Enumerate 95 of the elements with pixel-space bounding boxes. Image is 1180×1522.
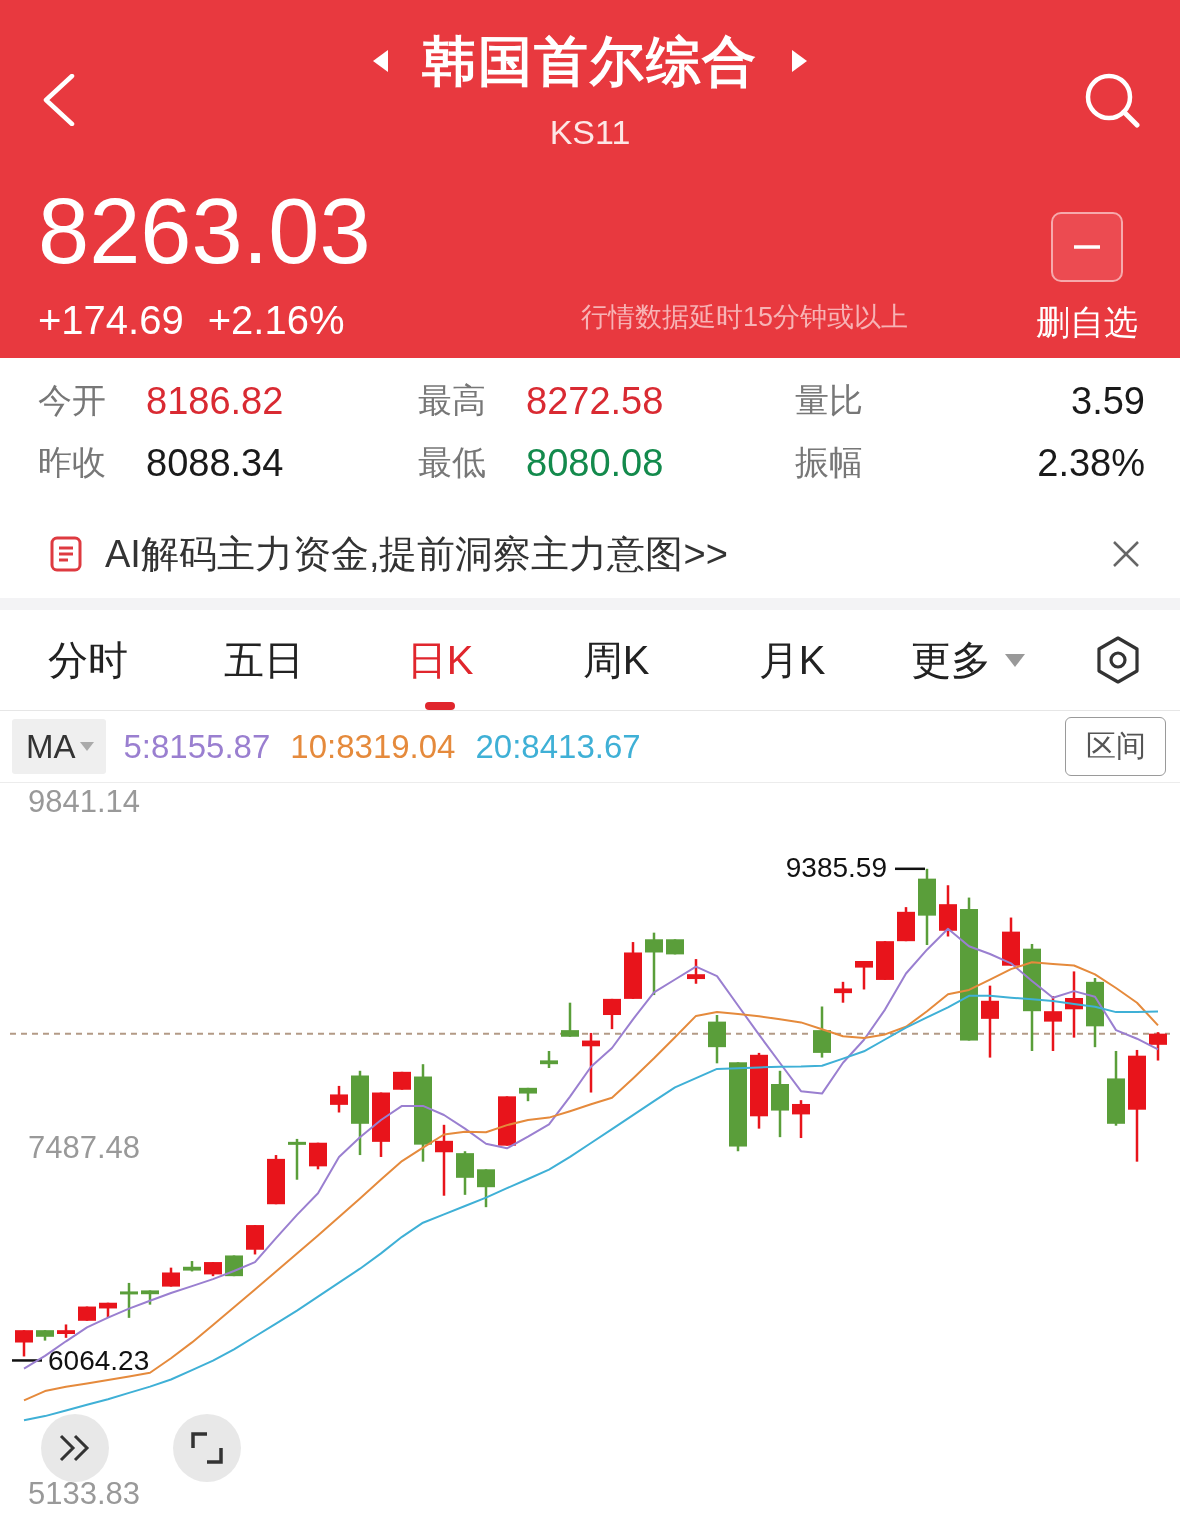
- tab[interactable]: 五日: [214, 610, 314, 710]
- stat-label: 量比: [795, 380, 864, 421]
- candle: [771, 1070, 789, 1138]
- index-title: 韩国首尔综合: [422, 29, 758, 93]
- candle: [456, 1151, 474, 1195]
- high-price-label: 9385.59: [785, 852, 887, 884]
- candle: [288, 1138, 306, 1180]
- leader-line: [895, 867, 925, 871]
- stat-value: 8272.58: [526, 379, 664, 423]
- delay-notice: 行情数据延时15分钟或以上: [580, 302, 908, 332]
- candle: [15, 1330, 33, 1357]
- candle: [435, 1124, 453, 1196]
- candle: [57, 1324, 75, 1338]
- candle: [792, 1100, 810, 1139]
- stat-value: 2.38%: [1037, 441, 1145, 485]
- price: 8263.03: [38, 185, 371, 277]
- caret-icon: [1005, 653, 1025, 667]
- stat-label: 今开: [38, 380, 107, 421]
- stat-label: 振幅: [795, 442, 864, 483]
- tab[interactable]: 分时: [38, 610, 138, 710]
- moving-average-value: 20:8413.67: [475, 727, 641, 766]
- indicator-select[interactable]: MA: [12, 719, 106, 774]
- leader-line: [12, 1359, 42, 1362]
- stat-value: 8088.34: [146, 441, 284, 485]
- tab[interactable]: 周K: [572, 610, 660, 710]
- axis-label: 5133.83: [28, 1475, 141, 1511]
- candle: [183, 1261, 201, 1272]
- stat-label: 昨收: [38, 442, 107, 483]
- low-price-label: 6064.23: [48, 1344, 150, 1376]
- candle: [372, 1092, 390, 1157]
- candle: [78, 1306, 96, 1321]
- candle: [99, 1302, 117, 1318]
- triangle-right-icon[interactable]: [792, 49, 807, 72]
- candle: [897, 907, 915, 942]
- percent-change: +2.16%: [207, 300, 345, 340]
- candle: [141, 1290, 159, 1305]
- candle: [645, 932, 663, 996]
- candle: [393, 1071, 411, 1090]
- stat-value: 3.59: [1071, 379, 1145, 423]
- candle: [330, 1085, 348, 1113]
- candle: [120, 1282, 138, 1318]
- triangle-left-icon[interactable]: [373, 49, 388, 72]
- stat-label: 最高: [418, 380, 487, 421]
- candle: [939, 885, 957, 937]
- tab[interactable]: 月K: [748, 610, 836, 710]
- candle: [225, 1255, 243, 1277]
- candle: [708, 1015, 726, 1064]
- stat-label: 最低: [418, 442, 487, 483]
- range-button[interactable]: 区间: [1065, 717, 1166, 776]
- stat-value: 8080.08: [526, 441, 664, 485]
- candle: [855, 961, 873, 990]
- candle: [1086, 978, 1104, 1048]
- double-chevron-icon: [58, 1434, 92, 1462]
- minus-square-icon: [1051, 212, 1123, 282]
- promo-link[interactable]: AI解码主力资金,提前洞察主力意图>>: [105, 532, 728, 576]
- candle: [1149, 1032, 1167, 1061]
- axis-label: 9841.14: [28, 784, 141, 820]
- back-icon[interactable]: [42, 74, 76, 126]
- candle: [876, 941, 894, 980]
- candle: [246, 1225, 264, 1255]
- candle: [1002, 917, 1020, 966]
- candle: [582, 1032, 600, 1093]
- document-icon: [50, 536, 82, 572]
- price-change: +174.69: [38, 300, 184, 340]
- candle: [162, 1267, 180, 1287]
- candle: [498, 1096, 516, 1146]
- tab[interactable]: 更多: [901, 610, 1035, 710]
- caret-icon: [79, 742, 94, 751]
- candle: [1065, 971, 1083, 1038]
- candle: [813, 1006, 831, 1058]
- moving-average-value: 5:8155.87: [123, 727, 271, 766]
- tab[interactable]: 日K: [396, 610, 484, 710]
- moving-average-value: 10:8319.04: [290, 727, 456, 766]
- candle: [624, 942, 642, 999]
- candle: [687, 959, 705, 984]
- candle: [36, 1330, 54, 1341]
- candle: [309, 1142, 327, 1170]
- candle: [1044, 996, 1062, 1051]
- stat-value: 8186.82: [146, 379, 284, 423]
- axis-label: 7487.48: [28, 1130, 141, 1165]
- candle: [603, 998, 621, 1030]
- fullscreen-icon: [191, 1432, 223, 1464]
- candle: [561, 1002, 579, 1037]
- remove-watchlist-button[interactable]: 删自选: [1036, 212, 1138, 340]
- candle: [519, 1087, 537, 1102]
- candle: [834, 981, 852, 1003]
- settings-icon[interactable]: [1096, 636, 1140, 684]
- candle: [666, 939, 684, 955]
- candle: [204, 1262, 222, 1277]
- candle: [267, 1155, 285, 1205]
- candle: [477, 1169, 495, 1208]
- index-code: KS11: [549, 111, 631, 152]
- candle: [540, 1051, 558, 1068]
- close-icon[interactable]: [1112, 540, 1140, 568]
- search-icon[interactable]: [1084, 72, 1140, 128]
